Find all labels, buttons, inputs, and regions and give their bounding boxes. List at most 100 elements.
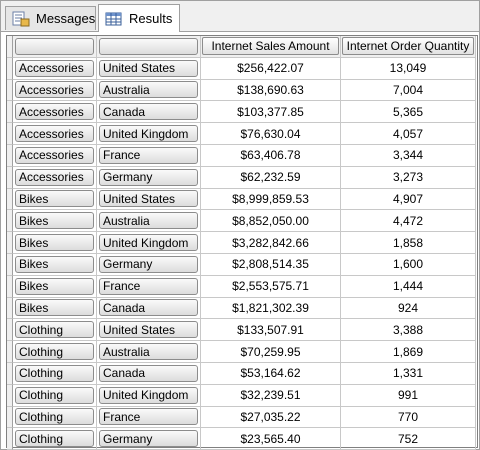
table-row[interactable]: Clothing Canada $53,164.62 1,331 bbox=[7, 363, 476, 385]
tab-messages[interactable]: Messages bbox=[5, 6, 96, 30]
sales-amount-cell[interactable]: $63,406.78 bbox=[201, 145, 341, 167]
country-cell[interactable]: United States bbox=[97, 57, 201, 80]
table-row[interactable]: Bikes United Kingdom $3,282,842.66 1,858 bbox=[7, 232, 476, 254]
country-cell[interactable]: Australia bbox=[97, 79, 201, 102]
country-cell[interactable]: Australia bbox=[97, 341, 201, 363]
header-cell[interactable] bbox=[13, 36, 97, 58]
table-row[interactable]: Bikes France $2,553,575.71 1,444 bbox=[7, 275, 476, 298]
table-row[interactable]: Accessories United States $256,422.07 13,04… bbox=[7, 57, 476, 80]
country-cell[interactable]: Germany bbox=[97, 254, 201, 276]
sales-amount-cell[interactable]: $76,630.04 bbox=[201, 123, 341, 145]
country-cell[interactable]: Australia bbox=[97, 210, 201, 233]
order-quantity-cell[interactable]: 3,388 bbox=[341, 319, 476, 342]
order-quantity-cell[interactable]: 1,858 bbox=[341, 232, 476, 254]
tab-results[interactable]: Results bbox=[98, 4, 180, 32]
messages-icon bbox=[12, 11, 30, 27]
order-quantity-cell[interactable]: 4,907 bbox=[341, 188, 476, 211]
order-quantity-cell[interactable]: 924 bbox=[341, 297, 476, 320]
order-quantity-cell[interactable]: 5,365 bbox=[341, 101, 476, 124]
table-row[interactable]: Clothing Australia $70,259.95 1,869 bbox=[7, 341, 476, 363]
sales-amount-cell[interactable]: $27,035.22 bbox=[201, 406, 341, 429]
sales-amount-cell[interactable]: $138,690.63 bbox=[201, 79, 341, 102]
table-row[interactable]: Clothing Germany $23,565.40 752 bbox=[7, 428, 476, 450]
country-member-label: Germany bbox=[99, 255, 198, 273]
table-row[interactable]: Clothing United States $133,507.91 3,388 bbox=[7, 319, 476, 342]
category-cell[interactable]: Bikes bbox=[13, 188, 97, 211]
category-cell[interactable]: Clothing bbox=[13, 384, 97, 407]
order-quantity-cell[interactable]: 7,004 bbox=[341, 79, 476, 102]
order-quantity-cell[interactable]: 1,600 bbox=[341, 254, 476, 276]
order-quantity-cell[interactable]: 1,869 bbox=[341, 341, 476, 363]
sales-amount-cell[interactable]: $3,282,842.66 bbox=[201, 232, 341, 254]
table-row[interactable]: Clothing France $27,035.22 770 bbox=[7, 406, 476, 429]
category-cell[interactable]: Accessories bbox=[13, 57, 97, 80]
country-cell[interactable]: United Kingdom bbox=[97, 384, 201, 407]
sales-amount-cell[interactable]: $70,259.95 bbox=[201, 341, 341, 363]
table-row[interactable]: Bikes Canada $1,821,302.39 924 bbox=[7, 297, 476, 320]
sales-amount-cell[interactable]: $256,422.07 bbox=[201, 57, 341, 80]
sales-amount-cell[interactable]: $53,164.62 bbox=[201, 363, 341, 385]
country-cell[interactable]: France bbox=[97, 145, 201, 167]
category-cell[interactable]: Bikes bbox=[13, 297, 97, 320]
table-row[interactable]: Accessories Canada $103,377.85 5,365 bbox=[7, 101, 476, 124]
category-cell[interactable]: Bikes bbox=[13, 275, 97, 298]
country-cell[interactable]: United Kingdom bbox=[97, 123, 201, 145]
category-cell[interactable]: Bikes bbox=[13, 232, 97, 254]
country-cell[interactable]: Canada bbox=[97, 297, 201, 320]
sales-amount-cell[interactable]: $1,821,302.39 bbox=[201, 297, 341, 320]
order-quantity-cell[interactable]: 4,472 bbox=[341, 210, 476, 233]
order-quantity-cell[interactable]: 13,049 bbox=[341, 57, 476, 80]
table-row[interactable]: Clothing United Kingdom $32,239.51 991 bbox=[7, 384, 476, 407]
table-row[interactable]: Accessories United Kingdom $76,630.04 4,057 bbox=[7, 123, 476, 145]
category-cell[interactable]: Clothing bbox=[13, 406, 97, 429]
order-quantity-cell[interactable]: 1,331 bbox=[341, 363, 476, 385]
sales-amount-cell[interactable]: $133,507.91 bbox=[201, 319, 341, 342]
order-quantity-cell[interactable]: 1,444 bbox=[341, 275, 476, 298]
country-cell[interactable]: United Kingdom bbox=[97, 232, 201, 254]
country-cell[interactable]: Germany bbox=[97, 166, 201, 189]
sales-amount-cell[interactable]: $62,232.59 bbox=[201, 166, 341, 189]
country-cell[interactable]: France bbox=[97, 275, 201, 298]
table-row[interactable]: Bikes Germany $2,808,514.35 1,600 bbox=[7, 254, 476, 276]
table-row[interactable]: Bikes Australia $8,852,050.00 4,472 bbox=[7, 210, 476, 233]
category-cell[interactable]: Bikes bbox=[13, 210, 97, 233]
sales-amount-cell[interactable]: $2,808,514.35 bbox=[201, 254, 341, 276]
order-quantity-cell[interactable]: 3,344 bbox=[341, 145, 476, 167]
category-cell[interactable]: Clothing bbox=[13, 428, 97, 450]
country-cell[interactable]: France bbox=[97, 406, 201, 429]
header-cell[interactable]: Internet Order Quantity bbox=[341, 36, 476, 58]
category-cell[interactable]: Clothing bbox=[13, 319, 97, 342]
category-cell[interactable]: Clothing bbox=[13, 341, 97, 363]
category-cell[interactable]: Accessories bbox=[13, 79, 97, 102]
country-cell[interactable]: Canada bbox=[97, 101, 201, 124]
order-quantity-cell[interactable]: 770 bbox=[341, 406, 476, 429]
country-cell[interactable]: Germany bbox=[97, 428, 201, 450]
order-quantity-cell[interactable]: 3,273 bbox=[341, 166, 476, 189]
table-row[interactable]: Accessories Australia $138,690.63 7,004 bbox=[7, 79, 476, 102]
category-cell[interactable]: Accessories bbox=[13, 123, 97, 145]
sales-amount-cell[interactable]: $8,852,050.00 bbox=[201, 210, 341, 233]
results-grid[interactable]: Internet Sales Amount Internet Order Qua… bbox=[6, 35, 478, 450]
table-row[interactable]: Accessories France $63,406.78 3,344 bbox=[7, 145, 476, 167]
header-cell[interactable]: Internet Sales Amount bbox=[201, 36, 341, 58]
category-cell[interactable]: Accessories bbox=[13, 145, 97, 167]
country-cell[interactable]: Canada bbox=[97, 363, 201, 385]
category-member-label: Clothing bbox=[15, 343, 94, 361]
sales-amount-cell[interactable]: $32,239.51 bbox=[201, 384, 341, 407]
sales-amount-cell[interactable]: $23,565.40 bbox=[201, 428, 341, 450]
order-quantity-cell[interactable]: 752 bbox=[341, 428, 476, 450]
table-row[interactable]: Accessories Germany $62,232.59 3,273 bbox=[7, 166, 476, 189]
category-cell[interactable]: Accessories bbox=[13, 166, 97, 189]
header-cell[interactable] bbox=[97, 36, 201, 58]
table-row[interactable]: Bikes United States $8,999,859.53 4,907 bbox=[7, 188, 476, 211]
country-cell[interactable]: United States bbox=[97, 319, 201, 342]
sales-amount-cell[interactable]: $103,377.85 bbox=[201, 101, 341, 124]
sales-amount-cell[interactable]: $2,553,575.71 bbox=[201, 275, 341, 298]
sales-amount-cell[interactable]: $8,999,859.53 bbox=[201, 188, 341, 211]
country-cell[interactable]: United States bbox=[97, 188, 201, 211]
category-cell[interactable]: Accessories bbox=[13, 101, 97, 124]
order-quantity-cell[interactable]: 991 bbox=[341, 384, 476, 407]
order-quantity-cell[interactable]: 4,057 bbox=[341, 123, 476, 145]
category-cell[interactable]: Clothing bbox=[13, 363, 97, 385]
category-cell[interactable]: Bikes bbox=[13, 254, 97, 276]
